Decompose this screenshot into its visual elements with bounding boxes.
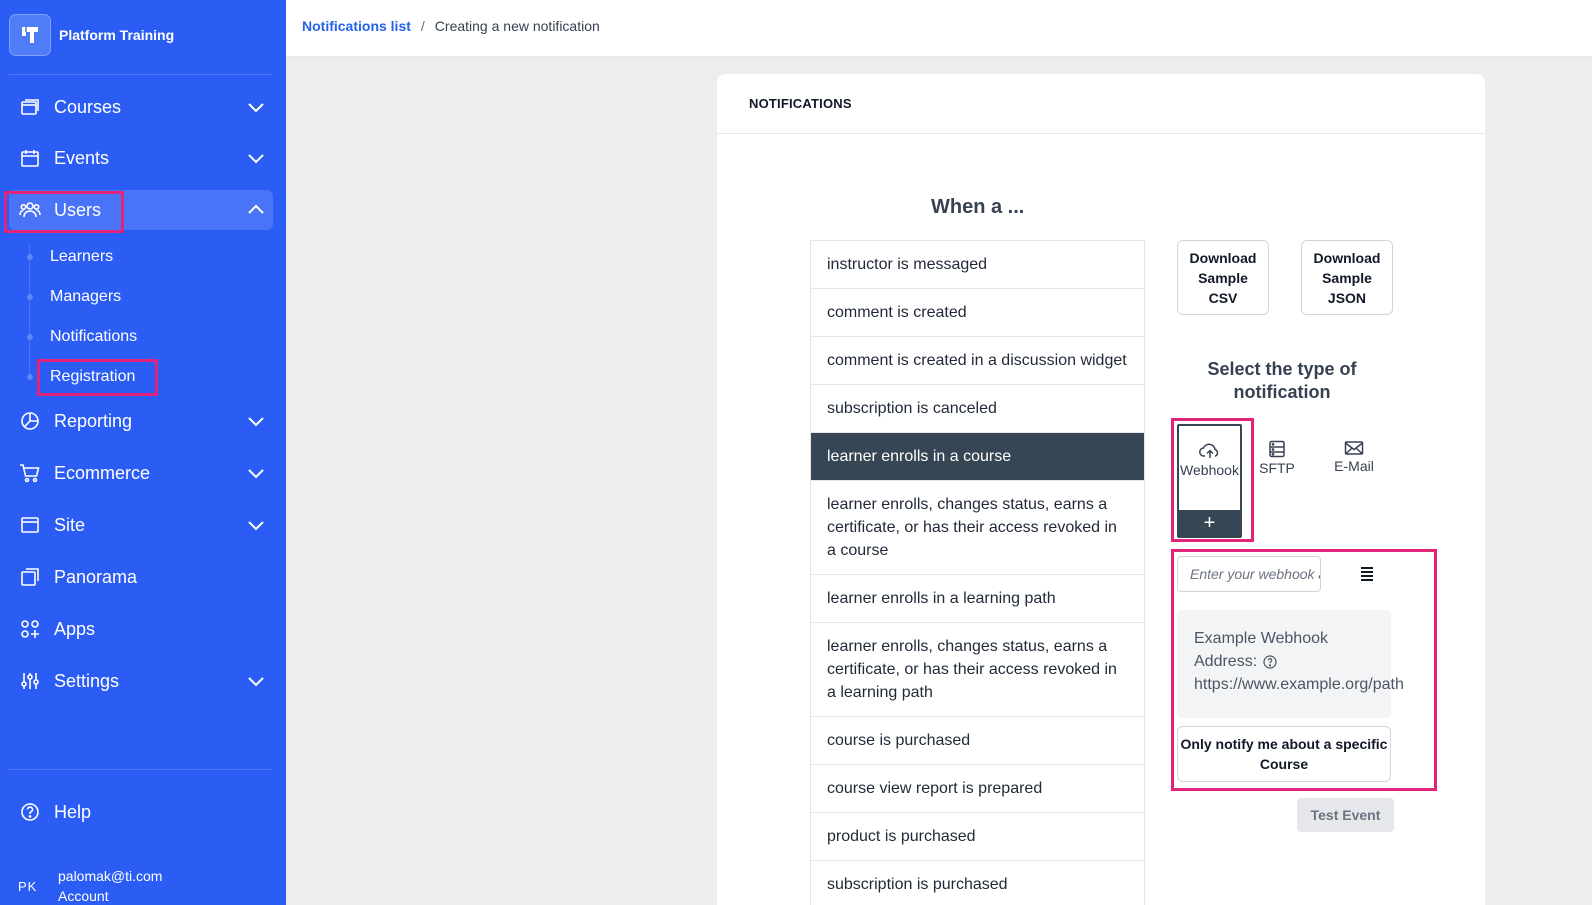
sidebar-subitem-notifications[interactable]: Notifications bbox=[50, 322, 137, 352]
event-item[interactable]: comment is created bbox=[811, 289, 1144, 337]
top-bar: Notifications list / Creating a new noti… bbox=[286, 0, 1592, 57]
breadcrumb-current: Creating a new notification bbox=[434, 18, 600, 34]
sidebar-item-panorama[interactable]: Panorama bbox=[9, 557, 273, 597]
sidebar-item-settings[interactable]: Settings bbox=[9, 661, 273, 701]
sidebar-subitem-learners[interactable]: Learners bbox=[50, 242, 113, 272]
sidebar-item-site[interactable]: Site bbox=[9, 505, 273, 545]
server-icon bbox=[1251, 440, 1303, 458]
chevron-up-icon bbox=[239, 204, 273, 216]
sidebar-item-label: Help bbox=[54, 801, 92, 822]
sidebar-item-label: Settings bbox=[54, 670, 120, 691]
event-item[interactable]: subscription is purchased bbox=[811, 861, 1144, 905]
highlight-box-users bbox=[4, 191, 124, 233]
sidebar-subitem-managers[interactable]: Managers bbox=[50, 282, 121, 312]
button-label: Sample bbox=[1322, 269, 1372, 286]
button-label: Sample bbox=[1198, 269, 1248, 286]
calendar-icon bbox=[19, 147, 41, 169]
chevron-down-icon bbox=[239, 415, 273, 427]
sftp-type-tile[interactable]: SFTP bbox=[1251, 424, 1303, 476]
sidebar-item-courses[interactable]: Courses bbox=[9, 87, 273, 127]
event-list: instructor is messaged comment is create… bbox=[810, 240, 1145, 905]
submenu-dot bbox=[27, 334, 33, 340]
help-icon bbox=[19, 801, 41, 823]
divider bbox=[9, 769, 273, 770]
breadcrumb-link[interactable]: Notifications list bbox=[302, 18, 411, 34]
panorama-icon bbox=[19, 566, 41, 588]
button-label: CSV bbox=[1208, 289, 1238, 306]
browser-icon bbox=[19, 514, 41, 536]
sidebar-item-ecommerce[interactable]: Ecommerce bbox=[9, 453, 273, 493]
divider bbox=[9, 74, 273, 75]
logo-icon bbox=[22, 27, 38, 43]
chevron-down-icon bbox=[239, 467, 273, 479]
sidebar-item-label: Apps bbox=[54, 618, 96, 639]
sidebar-item-reporting[interactable]: Reporting bbox=[9, 401, 273, 441]
apps-icon bbox=[19, 618, 41, 640]
sidebar-item-label: Courses bbox=[54, 96, 122, 117]
event-item[interactable]: learner enrolls in a learning path bbox=[811, 575, 1144, 623]
select-type-title: Select the type of notification bbox=[1207, 359, 1357, 402]
brand-name: Platform Training bbox=[59, 27, 175, 43]
sidebar-item-label: Ecommerce bbox=[54, 462, 151, 483]
account-menu[interactable]: PK palomak@ti.com Account bbox=[18, 866, 162, 905]
event-item[interactable]: instructor is messaged bbox=[811, 241, 1144, 289]
highlight-box-webhook bbox=[1171, 418, 1254, 542]
card-title: NOTIFICATIONS bbox=[717, 74, 1485, 134]
chevron-down-icon bbox=[239, 101, 273, 113]
test-event-button[interactable]: Test Event bbox=[1297, 798, 1394, 832]
button-label: Download bbox=[1189, 249, 1257, 266]
brand-logo bbox=[9, 14, 51, 56]
brand[interactable]: Platform Training bbox=[9, 14, 174, 56]
button-label: Download bbox=[1313, 249, 1381, 266]
courses-icon bbox=[19, 96, 41, 118]
pie-chart-icon bbox=[19, 410, 41, 432]
event-item-selected[interactable]: learner enrolls in a course bbox=[811, 433, 1144, 481]
when-title: When a ... bbox=[931, 196, 1025, 218]
button-label: JSON bbox=[1327, 289, 1367, 306]
event-item[interactable]: learner enrolls, changes status, earns a… bbox=[811, 623, 1144, 717]
sidebar: Platform Training Courses Events Users L… bbox=[0, 0, 286, 905]
sidebar-item-events[interactable]: Events bbox=[9, 138, 273, 178]
event-item[interactable]: product is purchased bbox=[811, 813, 1144, 861]
cart-icon bbox=[19, 462, 41, 484]
chevron-down-icon bbox=[239, 675, 273, 687]
avatar: PK bbox=[18, 878, 38, 894]
account-email: palomak@ti.com bbox=[58, 868, 163, 884]
sftp-label: SFTP bbox=[1259, 460, 1295, 476]
account-label: Account bbox=[58, 888, 109, 904]
event-item[interactable]: course view report is prepared bbox=[811, 765, 1144, 813]
event-item[interactable]: comment is created in a discussion widge… bbox=[811, 337, 1144, 385]
download-sample-json-button[interactable]: Download Sample JSON bbox=[1301, 240, 1393, 315]
chevron-down-icon bbox=[239, 519, 273, 531]
envelope-icon bbox=[1324, 440, 1384, 456]
sidebar-item-label: Panorama bbox=[54, 566, 138, 587]
sidebar-item-apps[interactable]: Apps bbox=[9, 609, 273, 649]
sidebar-item-label: Events bbox=[54, 147, 110, 168]
submenu-dot bbox=[27, 374, 33, 380]
download-sample-csv-button[interactable]: Download Sample CSV bbox=[1177, 240, 1269, 315]
submenu-line bbox=[29, 244, 30, 374]
breadcrumb: Notifications list / Creating a new noti… bbox=[302, 18, 600, 34]
sidebar-item-label: Site bbox=[54, 514, 86, 535]
event-item[interactable]: course is purchased bbox=[811, 717, 1144, 765]
email-label: E-Mail bbox=[1334, 458, 1374, 474]
event-item[interactable]: subscription is canceled bbox=[811, 385, 1144, 433]
chevron-down-icon bbox=[239, 152, 273, 164]
email-type-tile[interactable]: E-Mail bbox=[1324, 424, 1384, 474]
highlight-box-registration bbox=[37, 359, 158, 396]
sidebar-item-label: Reporting bbox=[54, 410, 133, 431]
submenu-dot bbox=[27, 254, 33, 260]
event-item[interactable]: learner enrolls, changes status, earns a… bbox=[811, 481, 1144, 575]
submenu-dot bbox=[27, 294, 33, 300]
breadcrumb-separator: / bbox=[420, 18, 425, 34]
sliders-icon bbox=[19, 670, 41, 692]
sidebar-item-help[interactable]: Help bbox=[9, 792, 273, 832]
highlight-box-webhook-settings bbox=[1171, 549, 1437, 791]
